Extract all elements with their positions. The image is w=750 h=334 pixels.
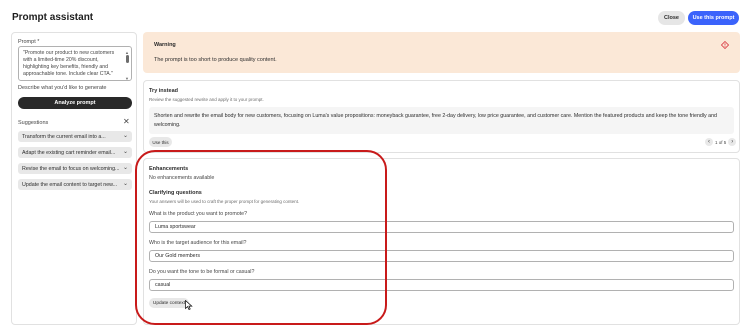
enhancements-panel: Enhancements No enhancements available C… (143, 158, 740, 325)
warning-title: Warning (154, 42, 176, 48)
suggestion-item[interactable]: Adapt the existing cart reminder email..… (18, 147, 132, 158)
suggestion-label: Transform the current email into a... (22, 133, 106, 140)
close-button[interactable]: Close (658, 11, 685, 25)
question-label: What is the product you want to promote? (149, 211, 248, 217)
chevron-down-icon[interactable]: ⌄ (123, 148, 128, 155)
use-this-button[interactable]: Use this (149, 137, 172, 147)
close-icon[interactable]: ✕ (123, 117, 130, 126)
enhancements-empty-text: No enhancements available (149, 175, 215, 181)
enhancements-title: Enhancements (149, 166, 189, 172)
suggestion-item[interactable]: Transform the current email into a... ⌄ (18, 131, 132, 142)
scrollbar-thumb[interactable] (126, 55, 129, 63)
suggested-rewrite-text: Shorten and rewrite the email body for n… (149, 107, 734, 134)
prompt-textarea[interactable]: "Promote our product to new customers wi… (18, 46, 132, 81)
chevron-down-icon[interactable]: ⌄ (123, 132, 128, 139)
prompt-scrollbar[interactable] (126, 50, 129, 78)
mouse-cursor-icon (185, 300, 193, 310)
clarifying-questions-subtitle: Your answers will be used to craft the p… (149, 199, 300, 204)
suggestion-item[interactable]: Revise the email to focus on welcoming..… (18, 163, 132, 174)
suggestion-label: Update the email content to target new..… (22, 181, 118, 188)
warning-banner: Warning The prompt is too short to produ… (143, 32, 740, 73)
chevron-right-icon[interactable]: › (728, 138, 737, 146)
suggestion-label: Adapt the existing cart reminder email..… (22, 149, 116, 156)
try-instead-title: Try instead (149, 88, 179, 94)
chevron-down-icon[interactable]: ⌄ (123, 164, 128, 171)
suggestions-label: Suggestions (18, 120, 49, 126)
dialog-title: Prompt assistant (12, 12, 94, 23)
question-label: Who is the target audience for this emai… (149, 240, 247, 246)
alert-diamond-icon (721, 41, 729, 49)
question-label: Do you want the tone to be formal or cas… (149, 269, 255, 275)
pager-count: 1 of 5 (715, 139, 727, 145)
answer-input[interactable]: Our Gold members (149, 250, 734, 262)
dialog-header: Prompt assistant Close Use this prompt (0, 0, 750, 34)
answer-input[interactable]: casual (149, 279, 734, 291)
warning-text: The prompt is too short to produce quali… (154, 57, 277, 63)
prompt-panel: Prompt * "Promote our product to new cus… (11, 32, 137, 325)
prompt-text: "Promote our product to new customers wi… (23, 50, 115, 77)
rewrite-pager: ‹ 1 of 5 › (705, 138, 737, 146)
update-context-button[interactable]: Update context (149, 298, 189, 308)
prompt-help-text: Describe what you'd like to generate (18, 85, 107, 91)
chevron-down-icon[interactable]: ⌄ (123, 180, 128, 187)
suggestion-item[interactable]: Update the email content to target new..… (18, 179, 132, 190)
clarifying-questions-title: Clarifying questions (149, 190, 202, 196)
prompt-label: Prompt * (18, 39, 40, 45)
scroll-down-icon[interactable]: ▼ (125, 75, 129, 80)
analyze-prompt-button[interactable]: Analyze prompt (18, 97, 132, 109)
answer-input[interactable]: Luma sportswear (149, 221, 734, 233)
try-instead-subtitle: Review the suggested rewrite and apply i… (149, 97, 264, 102)
use-this-prompt-button[interactable]: Use this prompt (688, 11, 739, 25)
try-instead-panel: Try instead Review the suggested rewrite… (143, 80, 740, 153)
suggestion-label: Revise the email to focus on welcoming..… (22, 165, 120, 172)
chevron-left-icon[interactable]: ‹ (705, 138, 713, 146)
